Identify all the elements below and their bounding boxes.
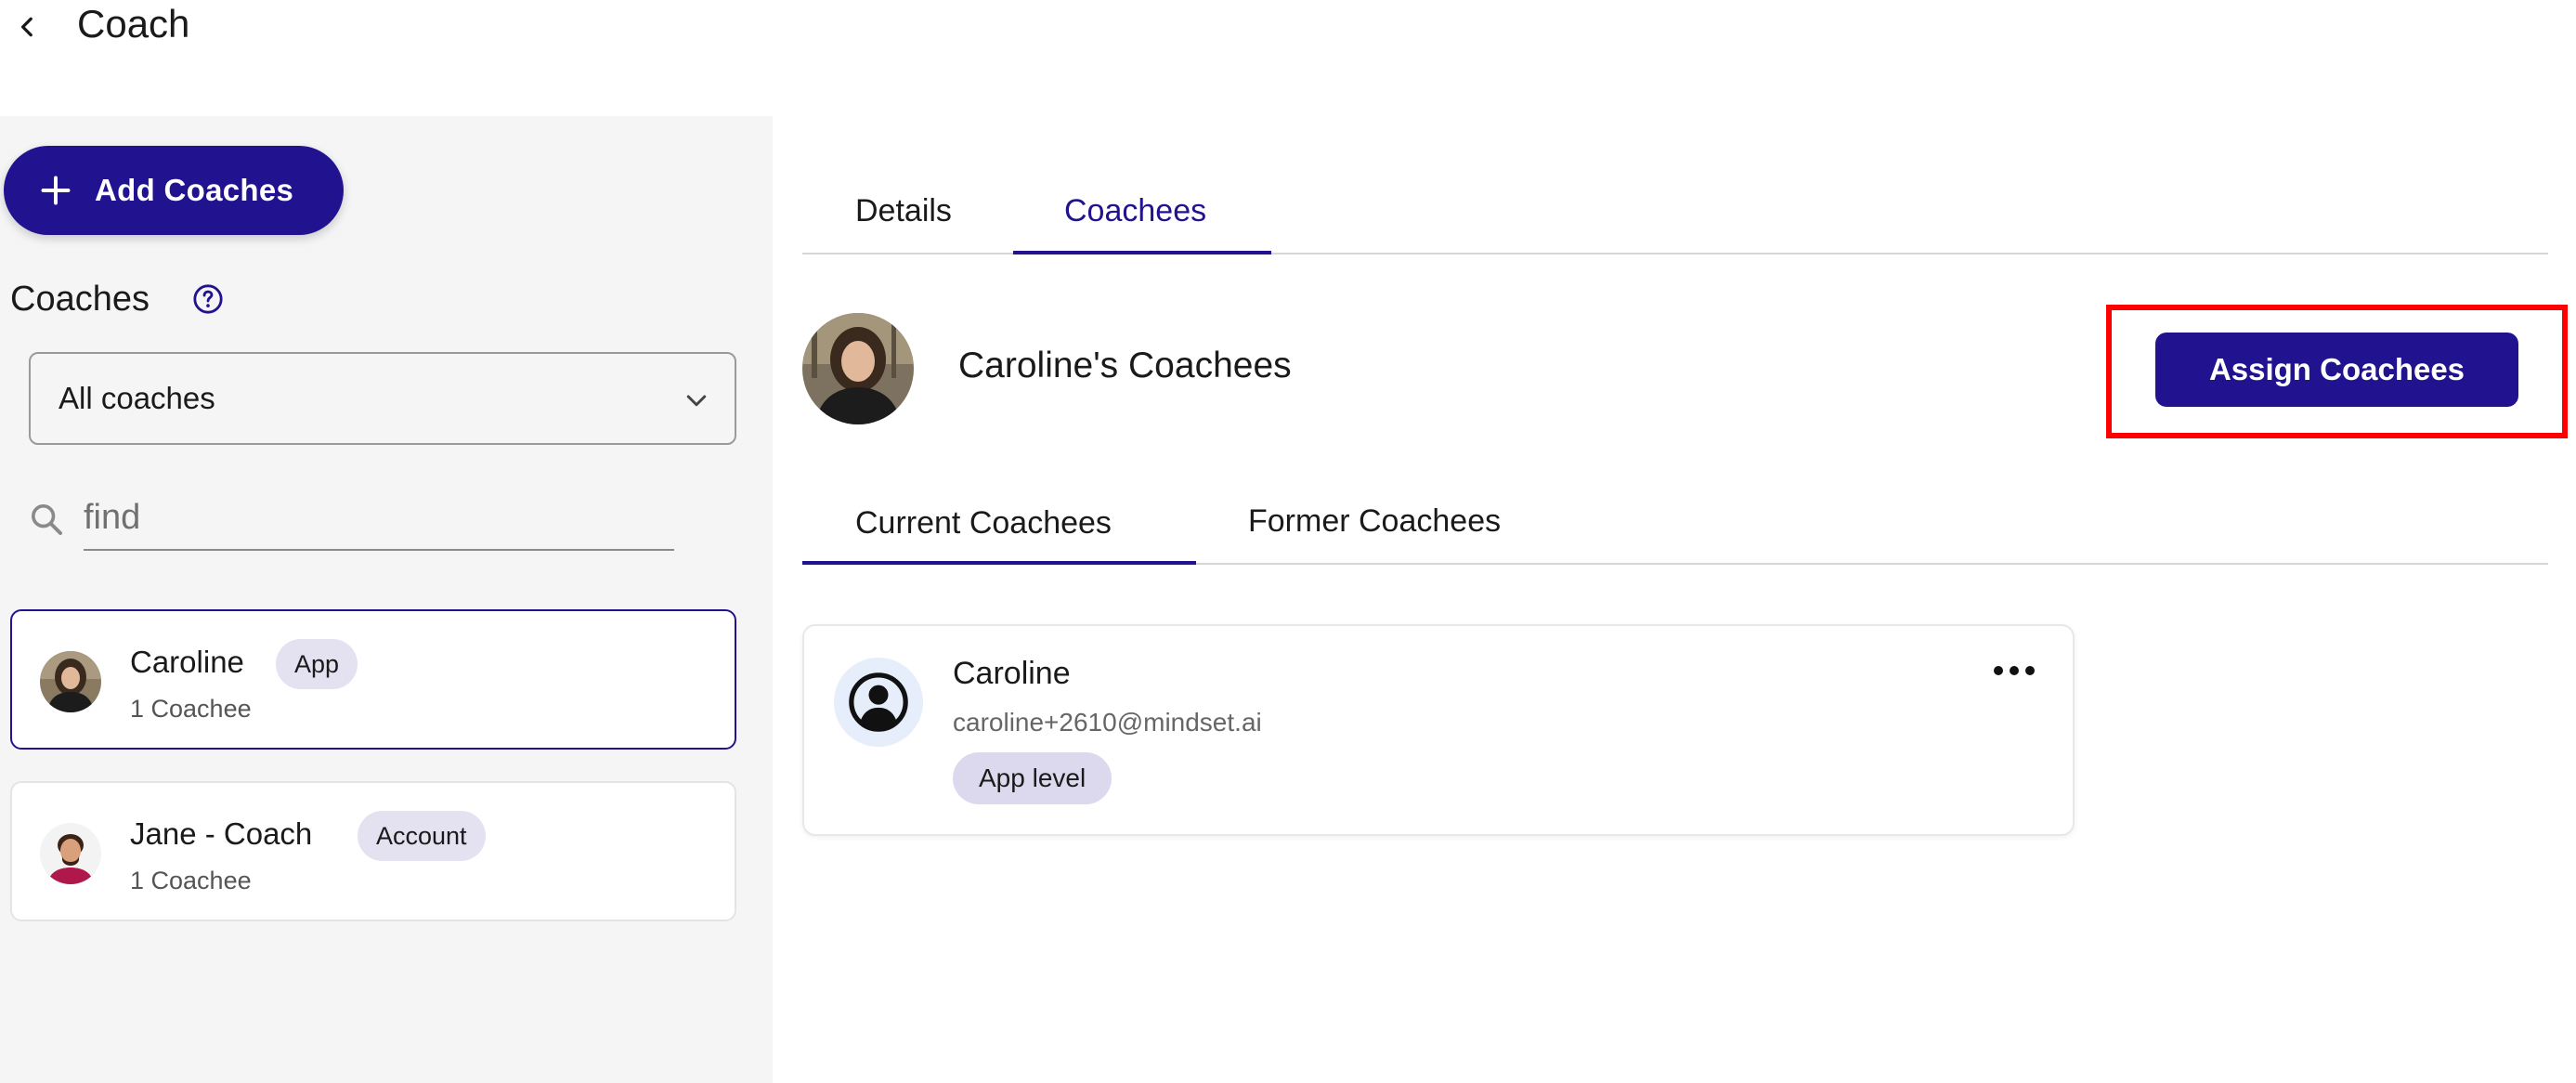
- search-input[interactable]: [84, 486, 674, 551]
- avatar: [40, 651, 101, 712]
- main-tabs: Details Coachees: [802, 176, 2548, 254]
- coach-filter-select[interactable]: All coaches: [29, 352, 736, 445]
- coachee-sub-tabs: Current Coachees Former Coachees: [802, 483, 2548, 565]
- add-coaches-button[interactable]: Add Coaches: [4, 146, 344, 235]
- back-button[interactable]: [9, 6, 46, 48]
- add-coaches-label: Add Coaches: [95, 173, 294, 207]
- chevron-down-icon: [686, 395, 707, 407]
- coachee-level-badge: App level: [953, 752, 1112, 804]
- coachee-email: caroline+2610@mindset.ai: [953, 708, 1262, 737]
- coach-name: Jane - Coach: [130, 816, 313, 851]
- avatar: [834, 658, 923, 747]
- coachees-title: Caroline's Coachees: [958, 346, 1292, 385]
- coach-name: Caroline: [130, 645, 244, 679]
- tab-details[interactable]: Details: [855, 193, 952, 229]
- user-circle-icon: [849, 672, 908, 732]
- coach-filter-value: All coaches: [59, 381, 215, 415]
- sub-tab-active-indicator: [802, 561, 1196, 565]
- coachee-name: Caroline: [953, 656, 1071, 691]
- question-circle-icon[interactable]: [192, 283, 224, 315]
- coach-badge: App: [276, 639, 358, 689]
- coach-subtitle: 1 Coachee: [130, 867, 252, 894]
- coach-avatar-large: [802, 313, 914, 424]
- avatar: [40, 823, 101, 884]
- assign-coachees-button[interactable]: Assign Coachees: [2155, 333, 2518, 407]
- more-options-icon[interactable]: [1991, 659, 2037, 682]
- chevron-left-icon: [20, 17, 33, 37]
- coach-card-jane[interactable]: Jane - Coach Account 1 Coachee: [10, 781, 736, 921]
- tab-coachees[interactable]: Coachees: [1064, 193, 1206, 229]
- coach-badge: Account: [358, 811, 486, 861]
- coach-subtitle: 1 Coachee: [130, 695, 252, 723]
- coaches-heading: Coaches: [10, 280, 150, 319]
- tab-current-coachees[interactable]: Current Coachees: [855, 505, 1112, 542]
- search-icon: [32, 504, 62, 535]
- tab-active-indicator: [1013, 251, 1271, 254]
- page-title: Coach: [77, 2, 190, 46]
- coachee-card[interactable]: Caroline caroline+2610@mindset.ai App le…: [802, 624, 2075, 836]
- coach-card-caroline[interactable]: Caroline App 1 Coachee: [10, 609, 736, 750]
- plus-icon: [41, 176, 71, 205]
- tab-former-coachees[interactable]: Former Coachees: [1248, 503, 1501, 540]
- top-bar: Coach: [0, 0, 2576, 116]
- sidebar: Add Coaches Coaches All coaches Caroline: [0, 116, 773, 1083]
